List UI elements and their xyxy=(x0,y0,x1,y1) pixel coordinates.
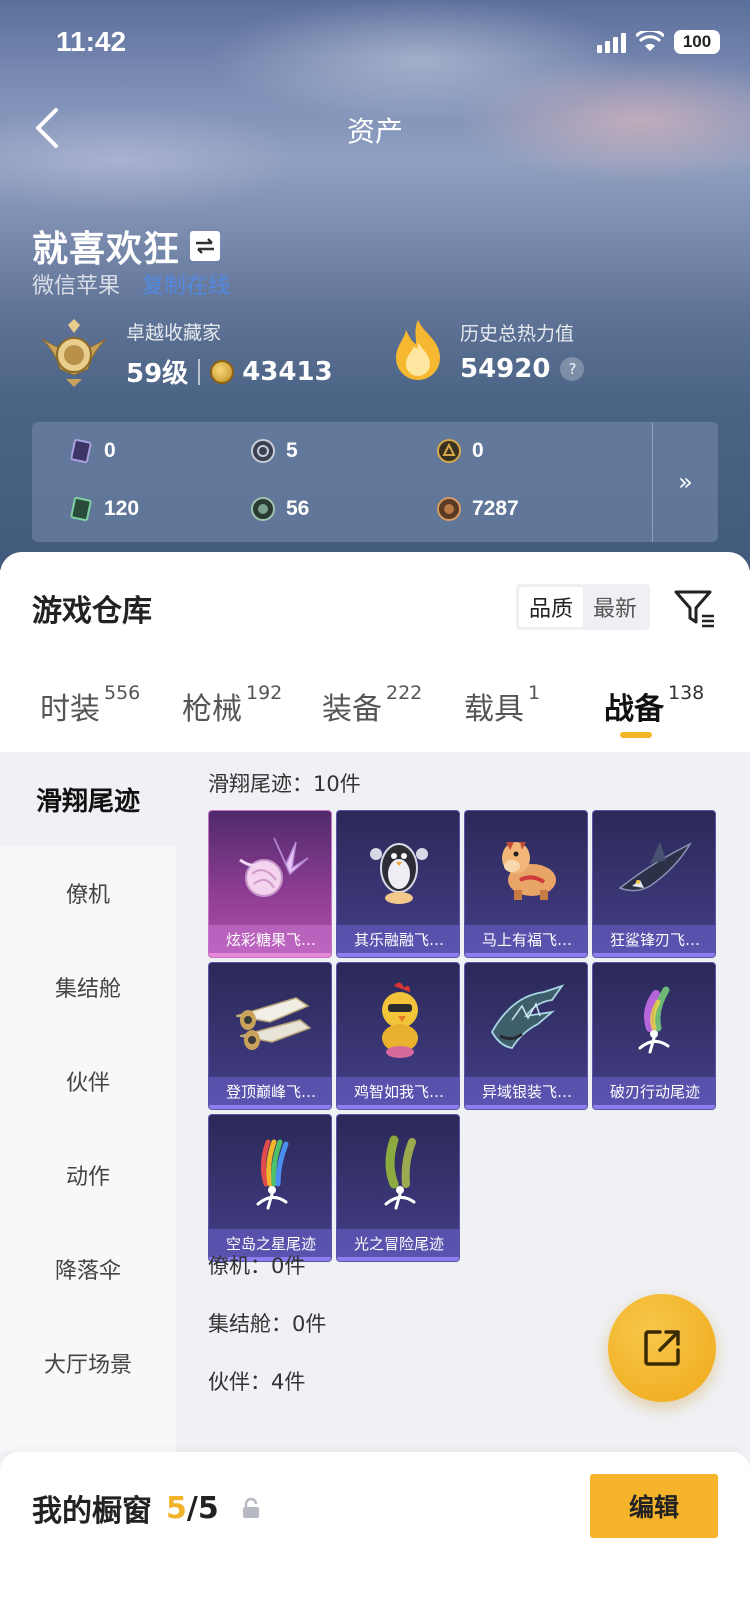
sort-newest-button[interactable]: 最新 xyxy=(583,587,647,627)
sidebar-item-parachute[interactable]: 降落伞 xyxy=(0,1222,176,1316)
sidebar-item-emote[interactable]: 动作 xyxy=(0,1128,176,1222)
sidebar-item-partner[interactable]: 伙伴 xyxy=(0,1034,176,1128)
collector-points: 43413 xyxy=(242,356,333,387)
showcase-count: 5/5 xyxy=(166,1490,219,1526)
shark-glider-icon xyxy=(618,842,692,892)
filter-icon[interactable] xyxy=(672,586,716,630)
item-card[interactable]: 狂鲨锋刃飞… xyxy=(592,810,716,958)
wifi-icon xyxy=(636,31,664,51)
sub-category-nav: 滑翔尾迹 僚机 集结舱 伙伴 动作 降落伞 大厅场景 xyxy=(0,752,176,1452)
page-title: 资产 xyxy=(346,115,403,148)
active-tab-indicator xyxy=(620,732,652,738)
sidebar-item-wingman[interactable]: 僚机 xyxy=(0,846,176,940)
collector-level: 59级 xyxy=(126,359,189,389)
jet-glider-icon xyxy=(235,997,312,1050)
showcase-bar: 我的橱窗 5/5 编辑 xyxy=(0,1452,750,1624)
section-partner-header: 伙伴：4件 xyxy=(208,1370,306,1394)
sidebar-item-assembly-pod[interactable]: 集结舱 xyxy=(0,940,176,1034)
penguin-glider-icon xyxy=(370,843,428,904)
rainbow-trail-icon xyxy=(256,1139,289,1210)
flame-icon xyxy=(396,320,440,380)
currency-item: 0 xyxy=(436,438,484,464)
share-button[interactable] xyxy=(608,1294,716,1402)
item-name: 异域银装飞… xyxy=(465,1077,587,1105)
item-name: 登顶巅峰飞… xyxy=(209,1077,331,1105)
tab-vehicles[interactable]: 载具 1 xyxy=(464,682,540,728)
help-icon[interactable]: ? xyxy=(560,356,585,381)
online-status[interactable]: 复制在线 xyxy=(142,268,230,300)
swap-icon xyxy=(196,238,215,254)
green-card-icon xyxy=(70,496,92,522)
edit-showcase-button[interactable]: 编辑 xyxy=(590,1474,718,1538)
sort-quality-button[interactable]: 品质 xyxy=(519,587,584,627)
item-card[interactable]: 鸡智如我飞… xyxy=(336,962,460,1110)
currency-panel[interactable]: 0 5 0 120 56 7287 » xyxy=(32,422,718,542)
lock-icon xyxy=(242,1497,259,1518)
tab-battle-gear[interactable]: 战备 138 xyxy=(604,682,704,728)
platform-label: 微信苹果 xyxy=(32,274,121,299)
silver-coin-icon xyxy=(251,439,275,463)
status-time: 11:42 xyxy=(56,26,127,57)
switch-account-button[interactable] xyxy=(190,231,221,261)
item-card[interactable]: 马上有福飞… xyxy=(464,810,588,958)
external-link-icon xyxy=(644,1330,680,1366)
heat-value-block: 历史总热力值 54920 ? xyxy=(390,318,585,384)
section-glide-trails-header: 滑翔尾迹：10件 xyxy=(208,772,361,796)
item-card[interactable]: 光之冒险尾迹 xyxy=(336,1114,460,1262)
collector-points-icon xyxy=(210,359,235,384)
section-assembly-pod-header: 集结舱：0件 xyxy=(208,1312,327,1336)
collector-title: 卓越收藏家 xyxy=(126,322,222,344)
sort-toggle: 品质 最新 xyxy=(516,584,651,630)
collector-medal-icon xyxy=(41,319,107,387)
tab-equipment[interactable]: 装备 222 xyxy=(322,682,422,728)
dragon-glider-icon xyxy=(490,984,565,1049)
collector-rank[interactable]: 卓越收藏家 59级 43413 xyxy=(36,318,333,390)
heat-label: 历史总热力值 xyxy=(460,322,575,345)
item-card[interactable]: 破刃行动尾迹 xyxy=(592,962,716,1110)
signal-icon xyxy=(597,31,626,53)
horse-glider-icon xyxy=(502,842,556,900)
player-nickname: 就喜欢狂 xyxy=(32,229,181,270)
item-name: 鸡智如我飞… xyxy=(337,1077,459,1105)
status-bar: 11:42 100 xyxy=(0,0,750,90)
currency-item: 5 xyxy=(250,438,298,464)
purple-card-icon xyxy=(70,438,92,464)
item-name: 光之冒险尾迹 xyxy=(337,1229,459,1257)
green-trail-icon xyxy=(384,1135,416,1210)
tab-firearms[interactable]: 枪械 192 xyxy=(182,682,282,728)
jade-coin-icon xyxy=(251,497,275,521)
gold-emblem-icon xyxy=(437,439,461,463)
currency-item: 120 xyxy=(68,496,139,522)
divider xyxy=(198,358,201,385)
category-tabs: 时装 556 枪械 192 装备 222 载具 1 战备 138 xyxy=(0,682,750,744)
heat-value: 54920 xyxy=(460,353,551,384)
bronze-coin-icon xyxy=(437,497,461,521)
item-card[interactable]: 空岛之星尾迹 xyxy=(208,1114,332,1262)
item-name: 炫彩糖果飞… xyxy=(209,925,331,953)
item-name: 破刃行动尾迹 xyxy=(593,1077,715,1105)
sidebar-item-glide-trails[interactable]: 滑翔尾迹 xyxy=(0,752,176,846)
item-card[interactable]: 异域银装飞… xyxy=(464,962,588,1110)
section-wingman-header: 僚机：0件 xyxy=(208,1254,306,1278)
item-name: 其乐融融飞… xyxy=(337,925,459,953)
currency-item: 56 xyxy=(250,496,309,522)
tab-fashion[interactable]: 时装 556 xyxy=(40,682,140,728)
currency-item: 0 xyxy=(68,438,116,464)
showcase-title: 我的橱窗 xyxy=(32,1494,152,1529)
item-name: 马上有福飞… xyxy=(465,925,587,953)
candy-glider-icon xyxy=(239,837,309,897)
item-card[interactable]: 其乐融融飞… xyxy=(336,810,460,958)
currency-item: 7287 xyxy=(436,496,519,522)
item-card[interactable]: 炫彩糖果飞… xyxy=(208,810,332,958)
item-card[interactable]: 登顶巅峰飞… xyxy=(208,962,332,1110)
warehouse-title: 游戏仓库 xyxy=(32,594,152,629)
smoke-trail-icon xyxy=(638,986,670,1054)
currency-more-button[interactable]: » xyxy=(652,422,718,542)
chicken-glider-icon xyxy=(382,982,418,1058)
battery-icon: 100 xyxy=(674,30,720,54)
profile-header: 11:42 100 资产 就喜欢狂 微信苹果 复制在线 卓越收藏家 59级 43… xyxy=(0,0,750,570)
sidebar-item-lobby-scene[interactable]: 大厅场景 xyxy=(0,1316,176,1410)
item-name: 狂鲨锋刃飞… xyxy=(593,925,715,953)
